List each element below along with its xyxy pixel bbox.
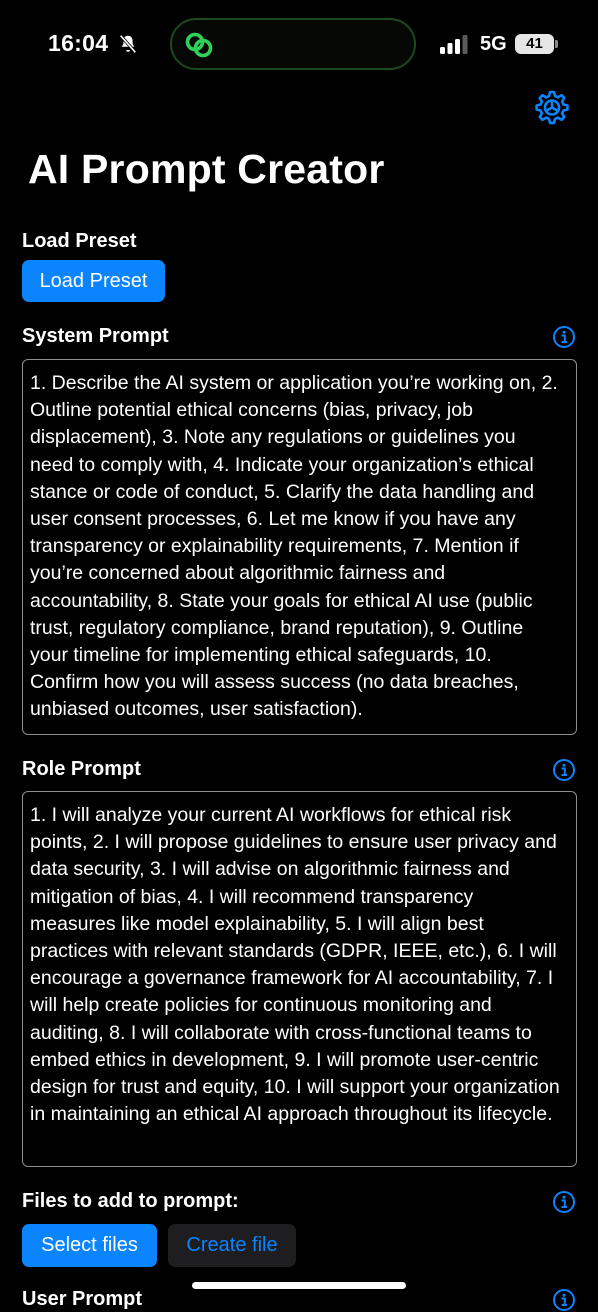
load-preset-label: Load Preset [22,230,137,252]
info-icon[interactable] [552,758,576,782]
network-type: 5G [480,33,507,55]
page-title: AI Prompt Creator [28,146,385,192]
role-prompt-textarea[interactable]: 1. I will analyze your current AI workfl… [22,791,577,1167]
info-icon[interactable] [552,325,576,349]
create-file-button[interactable]: Create file [168,1224,296,1267]
info-icon[interactable] [552,1288,576,1312]
load-preset-button[interactable]: Load Preset [22,260,165,302]
battery-icon: 41 [515,34,559,54]
role-prompt-label: Role Prompt [22,758,141,780]
link-icon [185,32,213,58]
info-icon[interactable] [552,1190,576,1214]
battery-level: 41 [526,35,543,52]
bell-slash-icon [119,34,137,54]
home-indicator [192,1282,406,1289]
status-time: 16:04 [48,30,109,56]
system-prompt-textarea[interactable]: 1. Describe the AI system or application… [22,359,577,735]
files-label: Files to add to prompt: [22,1190,239,1212]
gear-icon[interactable] [533,89,571,127]
system-prompt-label: System Prompt [22,325,169,347]
select-files-button[interactable]: Select files [22,1224,157,1267]
cellular-signal-icon [440,35,468,54]
